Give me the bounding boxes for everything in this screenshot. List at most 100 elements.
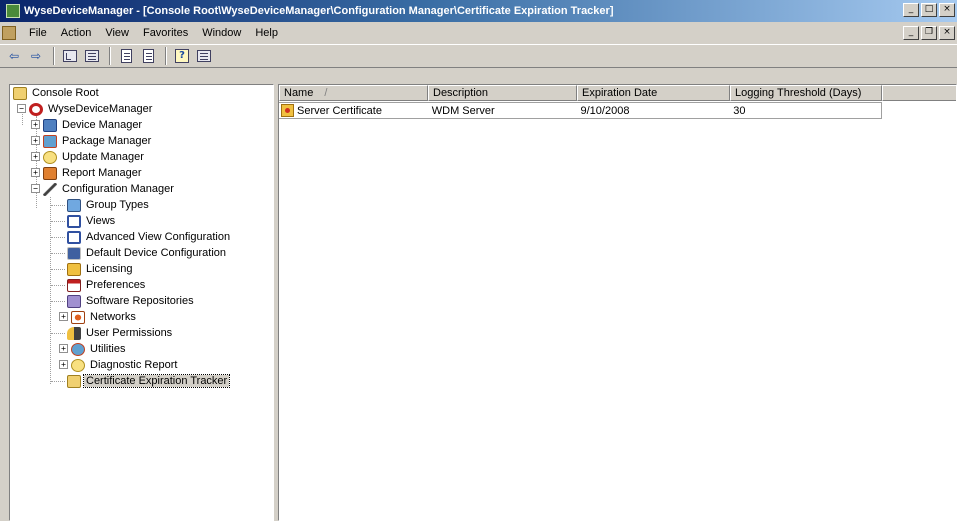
menu-window[interactable]: Window [195, 24, 248, 42]
folder-icon [13, 86, 27, 100]
console-tree[interactable]: − + + + + − + + + Console Root WyseDevic… [9, 84, 274, 521]
tree-node-configuration-manager[interactable]: Configuration Manager [43, 181, 176, 197]
tree-node-device-manager[interactable]: Device Manager [43, 117, 144, 133]
tree-node-software-repositories[interactable]: Software Repositories [67, 293, 196, 309]
cell-expiration-date: 9/10/2008 [580, 104, 630, 117]
window-title: WyseDeviceManager - [Console Root\WyseDe… [24, 5, 614, 17]
tree-connector [51, 205, 65, 206]
network-icon [71, 310, 85, 324]
networks-expand-toggle[interactable]: + [59, 312, 68, 321]
tree-node-report-manager[interactable]: Report Manager [43, 165, 144, 181]
tree-node-label: Networks [90, 311, 136, 323]
column-header-filler [882, 85, 956, 101]
column-header-name[interactable]: Name / [279, 85, 428, 101]
properties-icon[interactable] [194, 47, 214, 65]
menu-file[interactable]: File [22, 24, 54, 42]
mdi-child-icon[interactable] [2, 26, 16, 40]
export-document-icon [142, 49, 154, 63]
tree-node-default-device-configuration[interactable]: Default Device Configuration [67, 245, 228, 261]
forward-arrow-icon[interactable]: ⇨ [26, 47, 46, 65]
device-manager-expand-toggle[interactable]: + [31, 120, 40, 129]
list-view-icon[interactable] [116, 47, 136, 65]
tree-node-views[interactable]: Views [67, 213, 117, 229]
tree-node-licensing[interactable]: Licensing [67, 261, 134, 277]
export-list-icon[interactable] [138, 47, 158, 65]
tree-node-certificate-expiration-tracker[interactable]: Certificate Expiration Tracker [67, 373, 231, 389]
toolbar-separator [109, 47, 111, 65]
diagnostic-report-expand-toggle[interactable]: + [59, 360, 68, 369]
tree-node-group-types[interactable]: Group Types [67, 197, 151, 213]
result-list[interactable]: Name / Description Expiration Date Loggi… [278, 84, 957, 521]
tree-connector [51, 237, 65, 238]
package-manager-expand-toggle[interactable]: + [31, 136, 40, 145]
close-button[interactable]: × [939, 3, 955, 17]
tree-node-label: Preferences [86, 279, 146, 291]
up-one-level-icon[interactable] [60, 47, 80, 65]
show-hide-tree-icon[interactable] [82, 47, 102, 65]
tree-node-networks[interactable]: Networks [71, 309, 138, 325]
tree-node-package-manager[interactable]: Package Manager [43, 133, 153, 149]
report-manager-expand-toggle[interactable]: + [31, 168, 40, 177]
configuration-manager-collapse-toggle[interactable]: − [31, 184, 40, 193]
mdi-restore-button[interactable]: ❐ [921, 26, 937, 40]
tree-node-label: Certificate Expiration Tracker [82, 374, 231, 388]
folder-up-icon [63, 50, 77, 62]
tree-node-user-permissions[interactable]: User Permissions [67, 325, 174, 341]
tree-connector [51, 285, 65, 286]
maximize-button[interactable]: □ [921, 3, 937, 17]
tree-node-label: Licensing [86, 263, 133, 275]
minimize-button[interactable]: _ [903, 3, 919, 17]
column-header-label: Name [284, 87, 314, 99]
utilities-expand-toggle[interactable]: + [59, 344, 68, 353]
tree-node-wysedevicemanager[interactable]: WyseDeviceManager [29, 101, 154, 117]
column-header-logging-threshold[interactable]: Logging Threshold (Days) [730, 85, 882, 101]
tree-node-label: Console Root [32, 87, 99, 99]
tree-node-label: Utilities [90, 343, 126, 355]
license-icon [67, 262, 81, 276]
toolbar-separator [165, 47, 167, 65]
tree-node-label: Software Repositories [86, 295, 194, 307]
tree-node-console-root[interactable]: Console Root [13, 85, 101, 101]
help-icon[interactable]: ? [172, 47, 192, 65]
menu-bar: File Action View Favorites Window Help _… [0, 23, 957, 43]
tree-node-label: Views [86, 215, 116, 227]
update-icon [43, 150, 57, 164]
tree-node-label: Configuration Manager [62, 183, 174, 195]
column-header-description[interactable]: Description [428, 85, 577, 101]
list-row[interactable]: Server Certificate WDM Server 9/10/2008 … [279, 102, 882, 119]
tree-node-label: Advanced View Configuration [86, 231, 231, 243]
cell-name-text: Server Certificate [297, 104, 382, 117]
update-manager-expand-toggle[interactable]: + [31, 152, 40, 161]
certificate-icon [281, 104, 294, 117]
report-icon [43, 166, 57, 180]
repository-icon [67, 294, 81, 308]
tree-node-label: Update Manager [62, 151, 144, 163]
tree-connector [36, 116, 37, 208]
title-bar[interactable]: WyseDeviceManager - [Console Root\WyseDe… [0, 0, 957, 22]
column-header-expiration-date[interactable]: Expiration Date [577, 85, 730, 101]
mdi-close-button[interactable]: × [939, 26, 955, 40]
tree-connector [51, 221, 65, 222]
wdm-collapse-toggle[interactable]: − [17, 104, 26, 113]
tree-node-preferences[interactable]: Preferences [67, 277, 147, 293]
back-arrow-icon[interactable]: ⇦ [4, 47, 24, 65]
tree-node-diagnostic-report[interactable]: Diagnostic Report [71, 357, 179, 373]
tree-node-advanced-view-configuration[interactable]: Advanced View Configuration [67, 229, 232, 245]
tree-connector [51, 269, 65, 270]
tree-node-label: Group Types [86, 199, 149, 211]
group-icon [67, 198, 81, 212]
menu-help[interactable]: Help [248, 24, 285, 42]
tree-node-label: User Permissions [86, 327, 173, 339]
menu-action[interactable]: Action [54, 24, 99, 42]
list-header: Name / Description Expiration Date Loggi… [279, 85, 956, 101]
tree-node-update-manager[interactable]: Update Manager [43, 149, 146, 165]
menu-view[interactable]: View [98, 24, 136, 42]
toolbar-separator [53, 47, 55, 65]
mdi-minimize-button[interactable]: _ [903, 26, 919, 40]
tree-node-utilities[interactable]: Utilities [71, 341, 127, 357]
menu-favorites[interactable]: Favorites [136, 24, 195, 42]
certificate-tracker-icon [67, 374, 81, 388]
tree-node-label: Report Manager [62, 167, 142, 179]
cell-name: Server Certificate [279, 104, 428, 117]
diagnostic-icon [71, 358, 85, 372]
